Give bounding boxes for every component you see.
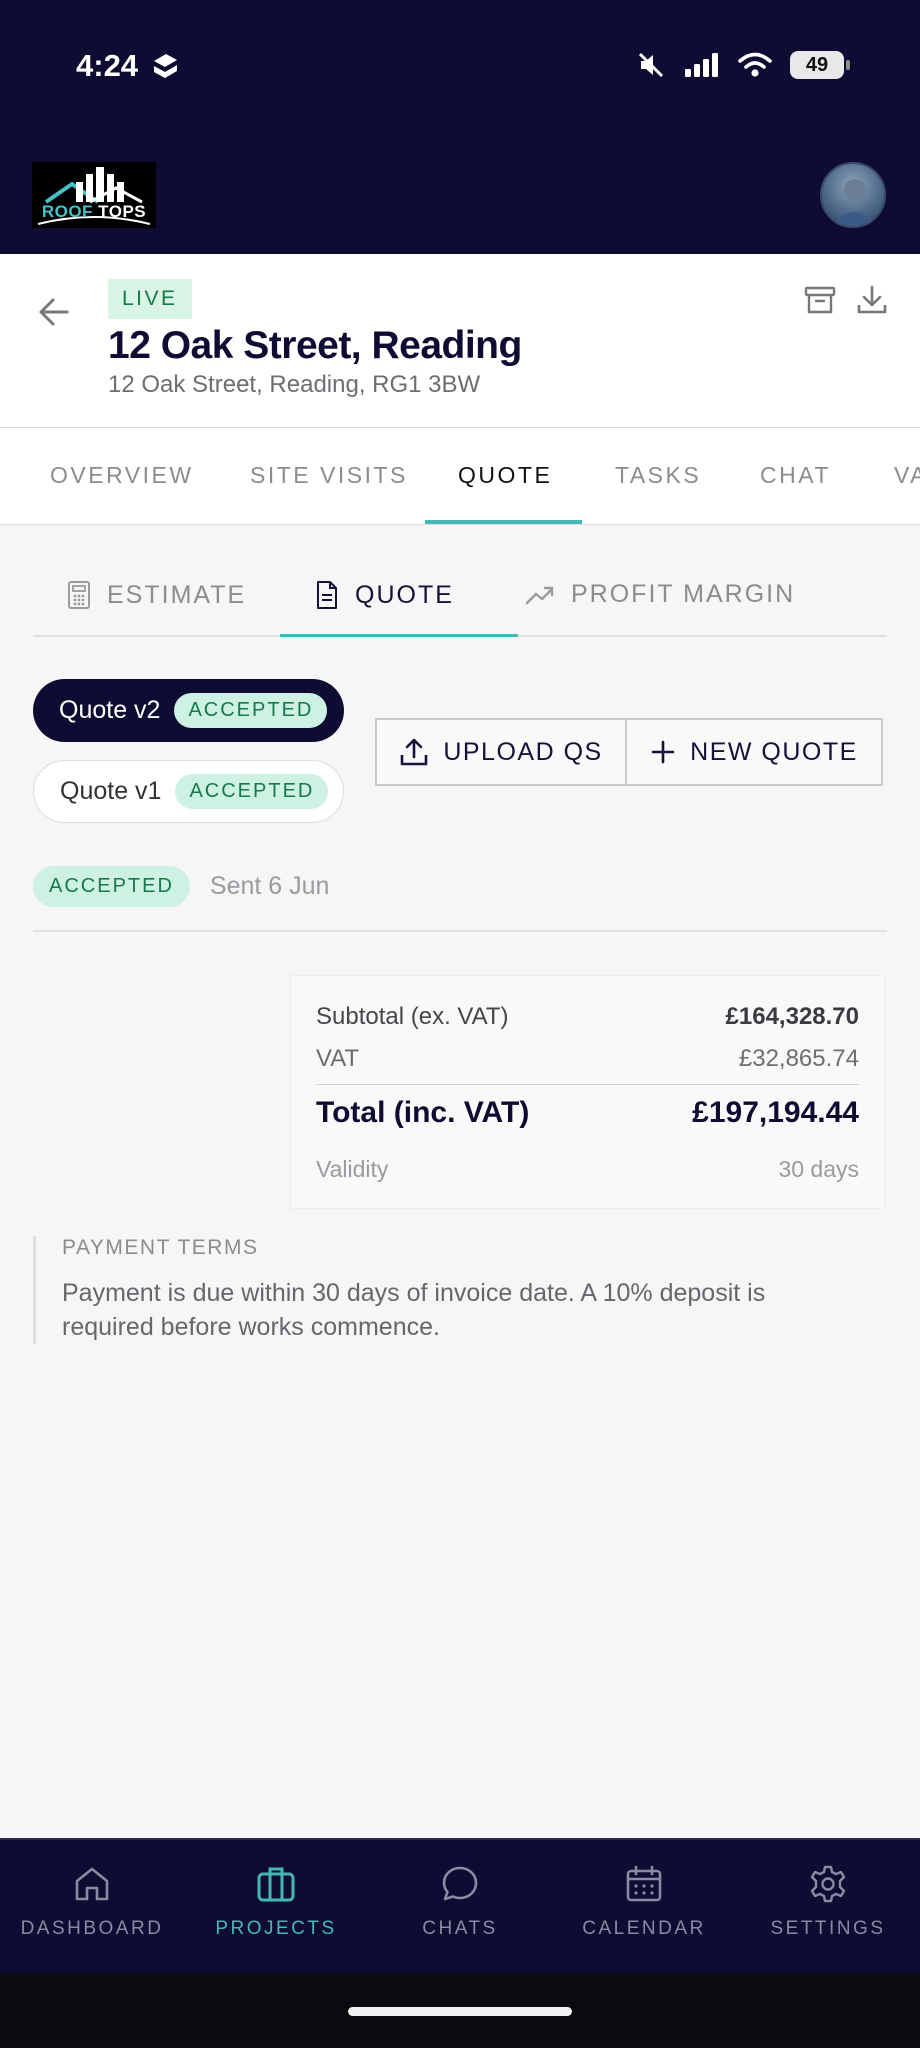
quote-actions: UPLOAD QS NEW QUOTE xyxy=(375,718,883,786)
quote-version-v2[interactable]: Quote v2 ACCEPTED xyxy=(33,679,344,742)
wifi-icon xyxy=(738,52,772,77)
quote-version-v1[interactable]: Quote v1 ACCEPTED xyxy=(33,760,344,823)
quote-totals-card: Subtotal (ex. VAT) £164,328.70 VAT £32,8… xyxy=(290,975,885,1209)
gear-icon xyxy=(810,1865,846,1903)
quote-version-label: Quote v2 xyxy=(59,696,161,724)
nav-settings-label: SETTINGS xyxy=(770,1918,886,1939)
active-tab-indicator xyxy=(425,520,582,524)
section-divider xyxy=(33,930,887,932)
system-home-area xyxy=(0,1973,920,2048)
status-bar-time: 4:24 xyxy=(76,48,180,84)
subtab-estimate-label: ESTIMATE xyxy=(107,580,247,609)
arrow-left-icon xyxy=(39,298,69,326)
new-quote-button[interactable]: NEW QUOTE xyxy=(625,718,883,786)
tab-chat[interactable]: CHAT xyxy=(760,462,831,489)
home-indicator[interactable] xyxy=(348,2007,572,2016)
upload-qs-label: UPLOAD QS xyxy=(443,737,603,766)
total-row: Total (inc. VAT) £197,194.44 xyxy=(316,1096,859,1130)
payment-terms: PAYMENT TERMS Payment is due within 30 d… xyxy=(33,1236,853,1344)
quote-status-row: ACCEPTED Sent 6 Jun xyxy=(33,866,329,907)
logo-wordmark: ROOF TOPS xyxy=(41,202,147,221)
total-value: £197,194.44 xyxy=(692,1096,859,1129)
tab-site-visits[interactable]: SITE VISITS xyxy=(250,462,408,489)
tab-truncated[interactable]: VA xyxy=(894,462,920,489)
bottom-navigation: DASHBOARD PROJECTS CHATS CALENDAR SETTIN… xyxy=(0,1838,920,1973)
chat-bubble-icon xyxy=(442,1866,478,1901)
project-title: 12 Oak Street, Reading xyxy=(108,324,522,367)
battery-indicator: 49 xyxy=(790,51,850,79)
project-status-badge: LIVE xyxy=(108,279,192,319)
subtab-profit-margin[interactable]: PROFIT MARGIN xyxy=(525,580,795,609)
subtotal-label: Subtotal (ex. VAT) xyxy=(316,1003,509,1030)
new-quote-label: NEW QUOTE xyxy=(690,737,858,766)
sent-date: Sent 6 Jun xyxy=(209,872,330,900)
totals-divider xyxy=(316,1084,859,1085)
subtotal-value: £164,328.70 xyxy=(725,1003,859,1030)
roof-tops-logo[interactable]: ROOF TOPS xyxy=(32,162,156,228)
subtab-estimate[interactable]: ESTIMATE xyxy=(67,580,246,610)
upload-icon xyxy=(401,738,428,766)
nav-chats[interactable]: CHATS xyxy=(368,1864,552,1940)
nav-settings[interactable]: SETTINGS xyxy=(736,1864,920,1940)
project-tab-bar: OVERVIEW SITE VISITS QUOTE TASKS CHAT VA xyxy=(0,428,920,525)
nav-chats-label: CHATS xyxy=(422,1918,498,1939)
payment-terms-title: PAYMENT TERMS xyxy=(62,1236,259,1259)
accepted-badge: ACCEPTED xyxy=(33,866,190,907)
nav-calendar-label: CALENDAR xyxy=(582,1918,706,1939)
nav-dashboard[interactable]: DASHBOARD xyxy=(0,1864,184,1940)
app-notification-icon xyxy=(154,54,178,78)
nav-projects[interactable]: PROJECTS xyxy=(184,1864,368,1940)
project-address: 12 Oak Street, Reading, RG1 3BW xyxy=(108,371,481,398)
person-silhouette-icon xyxy=(832,179,878,226)
signal-icon xyxy=(685,53,718,77)
home-icon xyxy=(75,1867,109,1901)
archive-icon[interactable] xyxy=(804,284,836,316)
tab-overview[interactable]: OVERVIEW xyxy=(50,462,194,489)
vat-value: £32,865.74 xyxy=(738,1045,859,1072)
download-icon[interactable] xyxy=(856,284,888,316)
total-label: Total (inc. VAT) xyxy=(316,1096,530,1129)
back-button[interactable] xyxy=(34,292,74,332)
vat-row: VAT £32,865.74 xyxy=(316,1045,859,1073)
quote-status-badge: ACCEPTED xyxy=(175,774,329,809)
subtotal-row: Subtotal (ex. VAT) £164,328.70 xyxy=(316,1003,859,1031)
app-header: 4:24 49 ROOF TOPS xyxy=(0,0,920,254)
user-avatar[interactable] xyxy=(820,162,886,228)
nav-projects-label: PROJECTS xyxy=(215,1918,337,1939)
vat-label: VAT xyxy=(316,1045,360,1072)
nav-dashboard-label: DASHBOARD xyxy=(20,1918,164,1939)
mute-icon xyxy=(638,52,664,78)
subtab-quote-label: QUOTE xyxy=(355,580,454,609)
subtab-profit-margin-label: PROFIT MARGIN xyxy=(571,580,796,608)
briefcase-icon xyxy=(257,1867,295,1902)
clock-text: 4:24 xyxy=(76,48,139,83)
upload-qs-button[interactable]: UPLOAD QS xyxy=(375,718,627,786)
subtab-quote[interactable]: QUOTE xyxy=(315,580,454,610)
project-header: LIVE 12 Oak Street, Reading 12 Oak Stree… xyxy=(0,254,920,428)
validity-row: Validity 30 days xyxy=(316,1156,859,1183)
document-icon xyxy=(317,581,337,609)
quote-version-label: Quote v1 xyxy=(60,777,162,805)
validity-value: 30 days xyxy=(778,1156,859,1182)
calculator-icon xyxy=(68,581,90,609)
nav-calendar[interactable]: CALENDAR xyxy=(552,1864,736,1940)
calendar-icon xyxy=(626,1865,662,1902)
tab-quote[interactable]: QUOTE xyxy=(458,462,552,489)
quote-sub-tab-bar: ESTIMATE QUOTE PROFIT MARGIN xyxy=(33,562,887,637)
payment-terms-body: Payment is due within 30 days of invoice… xyxy=(62,1279,766,1341)
status-icons: 49 xyxy=(636,50,850,80)
quote-status-badge: ACCEPTED xyxy=(174,693,328,728)
tab-tasks[interactable]: TASKS xyxy=(615,462,701,489)
trending-up-icon xyxy=(525,586,554,604)
validity-label: Validity xyxy=(316,1156,389,1182)
project-actions xyxy=(804,284,888,316)
active-subtab-indicator xyxy=(280,634,518,637)
plus-icon xyxy=(651,740,675,764)
